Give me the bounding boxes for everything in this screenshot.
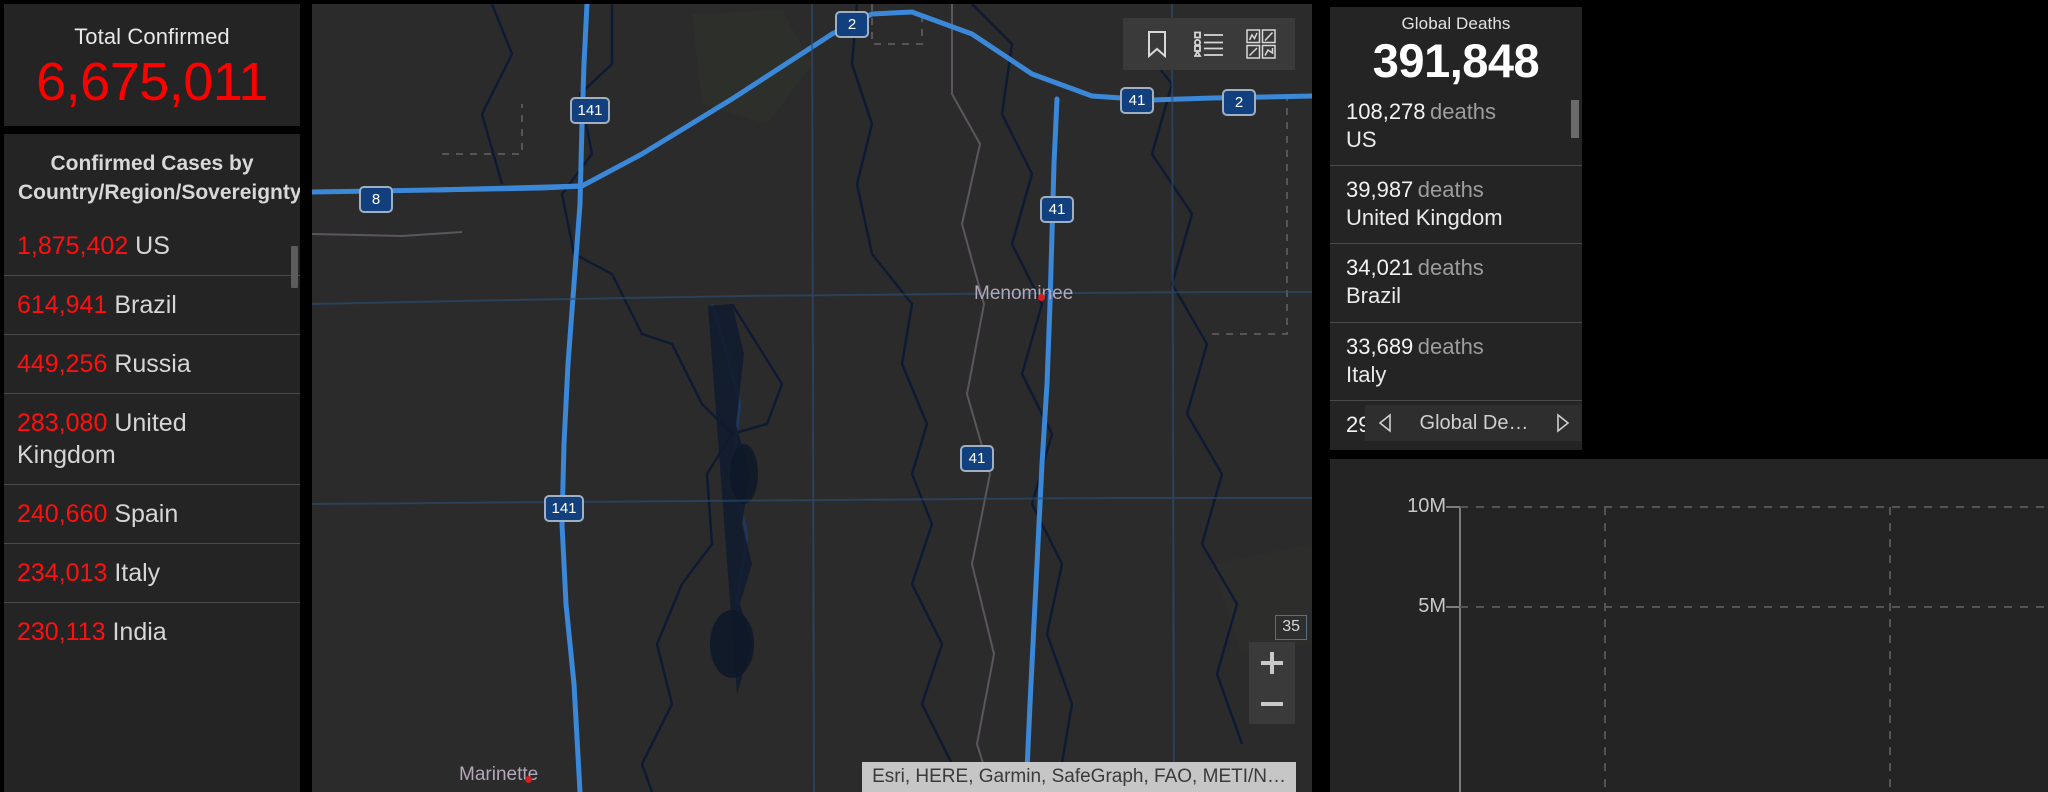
death-unit: deaths: [1417, 333, 1484, 359]
highway-shield-8: 8: [359, 186, 393, 213]
confirmed-cases-list-title: Confirmed Cases by Country/Region/Sovere…: [18, 152, 300, 204]
chart-y-tick-10m: 10M: [1407, 495, 1446, 517]
covid-dashboard: Total Confirmed 6,675,011 Confirmed Case…: [0, 0, 2048, 792]
highway-shield-41-south: 41: [960, 445, 994, 472]
global-deaths-scrollbar[interactable]: [1571, 100, 1579, 138]
country-name: Brazil: [1346, 283, 1402, 309]
confirmed-list-scrollbar[interactable]: [291, 246, 298, 288]
highway-shield-141: 141: [570, 97, 610, 124]
panel-pager: Global De…: [1365, 405, 1582, 441]
highway-shield-2: 2: [835, 11, 869, 38]
highway-shield-141-south: 141: [544, 495, 584, 522]
death-unit: deaths: [1417, 176, 1484, 202]
country-name: Italy: [1346, 361, 1387, 387]
triangle-right-icon[interactable]: [1555, 413, 1571, 433]
death-count: 39,987: [1346, 176, 1414, 202]
list-item[interactable]: 39,987 deaths United Kingdom: [1330, 164, 1582, 243]
chart-y-tick-5m: 5M: [1418, 595, 1446, 617]
bookmark-icon[interactable]: [1131, 18, 1183, 70]
list-item[interactable]: 230,113 India: [4, 602, 300, 661]
death-unit: deaths: [1429, 98, 1497, 124]
case-count: 1,875,402: [17, 232, 129, 261]
charts-grid-icon[interactable]: [1235, 18, 1287, 70]
triangle-left-icon[interactable]: [1377, 413, 1393, 433]
pager-label: Global De…: [1419, 411, 1529, 434]
zoom-in-button[interactable]: [1249, 642, 1295, 683]
death-unit: deaths: [1417, 255, 1484, 281]
list-item[interactable]: 234,013 Italy: [4, 543, 300, 602]
country-name: Spain: [114, 500, 179, 529]
country-name: India: [112, 618, 167, 647]
highway-shield-41-mid: 41: [1040, 196, 1074, 223]
case-marker-marinette[interactable]: [525, 776, 532, 783]
global-deaths-label: Global Deaths: [1401, 14, 1511, 33]
list-item[interactable]: 240,660 Spain: [4, 484, 300, 543]
highway-shield-41: 41: [1120, 87, 1154, 114]
case-count: 614,941: [17, 291, 108, 320]
total-confirmed-label: Total Confirmed: [74, 24, 230, 49]
country-name: Russia: [114, 350, 191, 379]
cumulative-cases-chart-card[interactable]: 10M 5M: [1330, 459, 2048, 792]
plus-icon: [1261, 651, 1283, 674]
city-label-menominee: Menominee: [974, 283, 1074, 304]
list-item[interactable]: 1,875,402 US: [4, 217, 300, 275]
death-count: 33,689: [1346, 333, 1414, 359]
right-panel: Global Deaths 391,848 108,278 deaths US …: [1312, 0, 2048, 792]
global-deaths-list[interactable]: 108,278 deaths US 39,987 deaths United K…: [1330, 88, 1582, 450]
case-count: 234,013: [17, 559, 108, 588]
total-confirmed-value: 6,675,011: [36, 52, 268, 112]
list-item[interactable]: 108,278 deaths US: [1330, 88, 1582, 165]
chart-plot-area: 10M 5M: [1330, 459, 2048, 792]
country-name: Italy: [114, 559, 161, 588]
zoom-out-button[interactable]: [1249, 683, 1295, 724]
country-name: United Kingdom: [1346, 205, 1503, 231]
list-item[interactable]: 614,941 Brazil: [4, 275, 300, 334]
map-view[interactable]: 2 141 41 2 8 41 41 141 Menominee Marinet…: [312, 4, 1312, 792]
list-item[interactable]: 449,256 Russia: [4, 334, 300, 393]
case-count: 283,080: [17, 409, 108, 438]
country-name: Brazil: [114, 291, 177, 320]
map-scale-indicator: 35: [1275, 615, 1307, 640]
list-item[interactable]: 33,689 deaths Italy: [1330, 321, 1582, 400]
minus-icon: [1261, 693, 1283, 715]
global-deaths-value: 391,848: [1372, 34, 1540, 87]
confirmed-cases-list[interactable]: 1,875,402 US 614,941 Brazil 449,256 Russ…: [4, 217, 300, 661]
map-canvas: [312, 4, 1312, 792]
case-count: 230,113: [17, 618, 106, 647]
death-count: 108,278: [1346, 98, 1426, 124]
map-attribution[interactable]: Esri, HERE, Garmin, SafeGraph, FAO, METI…: [862, 762, 1296, 792]
country-name: US: [1346, 126, 1377, 152]
global-deaths-card[interactable]: Global Deaths 391,848 108,278 deaths US …: [1330, 7, 1582, 450]
highway-shield-2-east: 2: [1222, 89, 1256, 116]
case-count: 240,660: [17, 500, 108, 529]
left-panel: Total Confirmed 6,675,011 Confirmed Case…: [0, 0, 304, 792]
list-item[interactable]: 283,080 United Kingdom: [4, 393, 300, 484]
confirmed-cases-list-card[interactable]: Confirmed Cases by Country/Region/Sovere…: [4, 134, 300, 792]
legend-list-icon[interactable]: [1183, 18, 1235, 70]
case-count: 449,256: [17, 350, 108, 379]
total-confirmed-card: Total Confirmed 6,675,011: [4, 4, 300, 126]
country-name: US: [135, 232, 170, 261]
map-zoom-controls: [1249, 642, 1295, 724]
map-toolbar: [1123, 18, 1295, 70]
list-item[interactable]: 34,021 deaths Brazil: [1330, 243, 1582, 321]
death-count: 34,021: [1346, 255, 1414, 281]
case-marker-menominee[interactable]: [1038, 294, 1045, 301]
